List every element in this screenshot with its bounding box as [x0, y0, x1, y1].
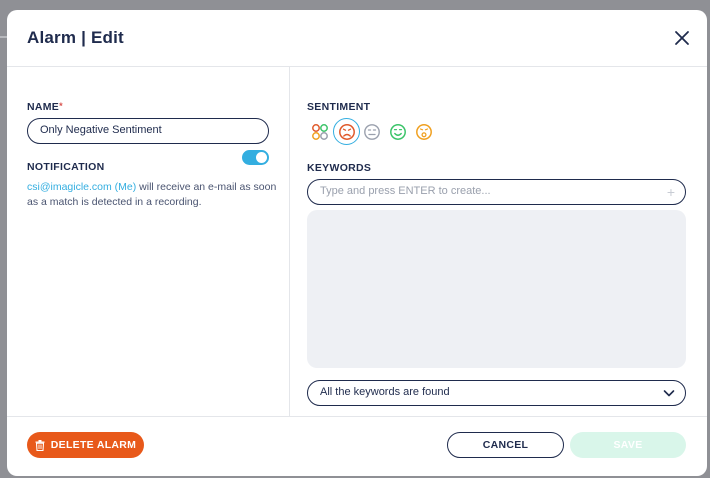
- dialog-header: Alarm | Edit: [7, 10, 707, 67]
- dialog-title: Alarm | Edit: [27, 28, 124, 47]
- positive-face-icon: [390, 124, 406, 140]
- notification-toggle[interactable]: [242, 150, 269, 165]
- sentiment-option-positive[interactable]: [385, 119, 411, 145]
- right-panel: SENTIMENT KEYWORDS Type and press ENTER …: [290, 67, 707, 416]
- left-panel: NAME* Only Negative Sentiment NOTIFICATI…: [7, 67, 290, 416]
- plus-icon: +: [666, 184, 675, 200]
- all-sentiments-icon: [312, 124, 328, 140]
- sentiment-label: SENTIMENT: [307, 101, 371, 113]
- notification-label: NOTIFICATION: [27, 161, 105, 173]
- dialog-footer: DELETE ALARM CANCEL SAVE: [7, 416, 707, 476]
- alarm-edit-dialog: Alarm | Edit NAME* Only Negative Sentime…: [7, 10, 707, 476]
- trash-icon: [35, 439, 45, 451]
- neutral-face-icon: [364, 124, 380, 140]
- notification-description: csi@imagicle.com (Me) will receive an e-…: [27, 180, 277, 210]
- keywords-match-select[interactable]: All the keywords are found: [307, 380, 686, 406]
- required-mark: *: [59, 101, 63, 111]
- delete-alarm-button[interactable]: DELETE ALARM: [27, 432, 144, 458]
- sentiment-option-negative[interactable]: [333, 118, 360, 145]
- keywords-match-value: All the keywords are found: [320, 386, 450, 398]
- close-icon: [675, 31, 689, 45]
- name-input[interactable]: Only Negative Sentiment: [27, 118, 269, 144]
- sentiment-option-surprised[interactable]: [411, 119, 437, 145]
- sentiment-option-neutral[interactable]: [359, 119, 385, 145]
- keywords-list-area: [307, 210, 686, 368]
- surprised-face-icon: [416, 124, 432, 140]
- notification-email: csi@imagicle.com (Me): [27, 181, 137, 193]
- negative-face-icon: [338, 123, 355, 140]
- close-button[interactable]: [671, 27, 693, 49]
- chevron-down-icon: [663, 390, 675, 397]
- name-label-text: NAME: [27, 101, 60, 113]
- toggle-knob: [256, 152, 267, 163]
- keywords-label: KEYWORDS: [307, 162, 372, 174]
- name-label: NAME*: [27, 101, 63, 113]
- keywords-input[interactable]: Type and press ENTER to create... +: [307, 179, 686, 205]
- cancel-button[interactable]: CANCEL: [447, 432, 564, 458]
- keywords-input-placeholder: Type and press ENTER to create...: [320, 185, 491, 197]
- name-input-value: Only Negative Sentiment: [40, 124, 162, 136]
- sentiment-option-all[interactable]: [307, 119, 333, 145]
- delete-alarm-label: DELETE ALARM: [50, 439, 137, 451]
- save-button[interactable]: SAVE: [570, 432, 686, 458]
